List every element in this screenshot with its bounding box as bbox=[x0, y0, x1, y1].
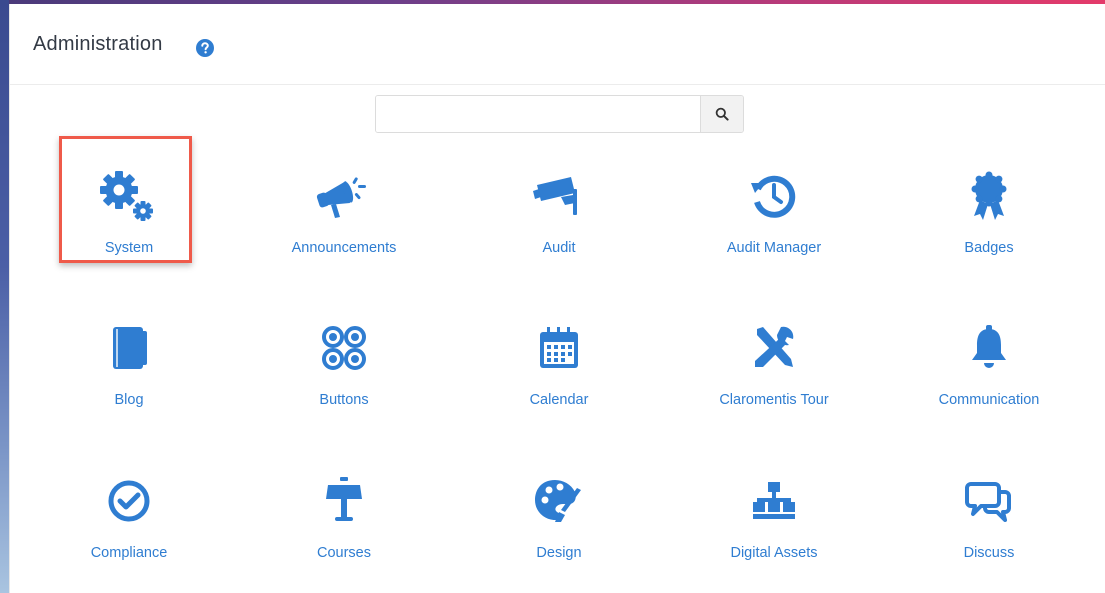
gears-icon bbox=[94, 168, 164, 224]
tile-badges[interactable]: Badges bbox=[894, 154, 1084, 274]
tile-label: Announcements bbox=[291, 240, 397, 256]
tile-claromentis-tour[interactable]: Claromentis Tour bbox=[679, 306, 869, 426]
tile-design[interactable]: Design bbox=[464, 459, 654, 579]
tile-label: Audit bbox=[542, 240, 576, 256]
calendar-icon bbox=[524, 320, 594, 376]
tile-label: Design bbox=[536, 545, 582, 561]
administration-panel: Administration System Announcements Audi… bbox=[9, 4, 1105, 593]
left-accent-bar bbox=[0, 0, 9, 593]
search-bar bbox=[375, 95, 744, 133]
tile-label: Blog bbox=[114, 392, 144, 408]
tile-label: Calendar bbox=[529, 392, 589, 408]
security-camera-icon bbox=[524, 168, 594, 224]
tile-label: Communication bbox=[938, 392, 1040, 408]
tile-label: Badges bbox=[964, 240, 1014, 256]
tools-icon bbox=[739, 320, 809, 376]
tile-announcements[interactable]: Announcements bbox=[249, 154, 439, 274]
chat-bubbles-icon bbox=[954, 473, 1024, 529]
award-ribbon-icon bbox=[954, 168, 1024, 224]
search-input[interactable] bbox=[376, 96, 700, 132]
tile-label: Digital Assets bbox=[730, 545, 818, 561]
tile-compliance[interactable]: Compliance bbox=[34, 459, 224, 579]
tile-label: Discuss bbox=[963, 545, 1015, 561]
page-title: Administration bbox=[33, 33, 163, 55]
lectern-icon bbox=[309, 473, 379, 529]
palette-icon bbox=[524, 473, 594, 529]
tile-label: Claromentis Tour bbox=[719, 392, 829, 408]
bell-icon bbox=[954, 320, 1024, 376]
tile-label: Courses bbox=[317, 545, 371, 561]
tile-system[interactable]: System bbox=[34, 154, 224, 274]
help-icon[interactable] bbox=[196, 39, 214, 57]
tile-label: System bbox=[104, 240, 154, 256]
search-icon bbox=[715, 107, 729, 121]
tile-blog[interactable]: Blog bbox=[34, 306, 224, 426]
tile-calendar[interactable]: Calendar bbox=[464, 306, 654, 426]
tile-buttons[interactable]: Buttons bbox=[249, 306, 439, 426]
tile-digital-assets[interactable]: Digital Assets bbox=[679, 459, 869, 579]
megaphone-icon bbox=[309, 168, 379, 224]
sitemap-icon bbox=[739, 473, 809, 529]
tile-audit[interactable]: Audit bbox=[464, 154, 654, 274]
notebook-icon bbox=[94, 320, 164, 376]
tile-communication[interactable]: Communication bbox=[894, 306, 1084, 426]
history-icon bbox=[739, 168, 809, 224]
tile-label: Buttons bbox=[319, 392, 369, 408]
four-circles-icon bbox=[309, 320, 379, 376]
search-button[interactable] bbox=[700, 96, 743, 132]
tile-courses[interactable]: Courses bbox=[249, 459, 439, 579]
panel-header: Administration bbox=[10, 4, 1105, 85]
tile-label: Audit Manager bbox=[726, 240, 822, 256]
tile-audit-manager[interactable]: Audit Manager bbox=[679, 154, 869, 274]
tile-label: Compliance bbox=[90, 545, 168, 561]
check-circle-icon bbox=[94, 473, 164, 529]
tile-discuss[interactable]: Discuss bbox=[894, 459, 1084, 579]
